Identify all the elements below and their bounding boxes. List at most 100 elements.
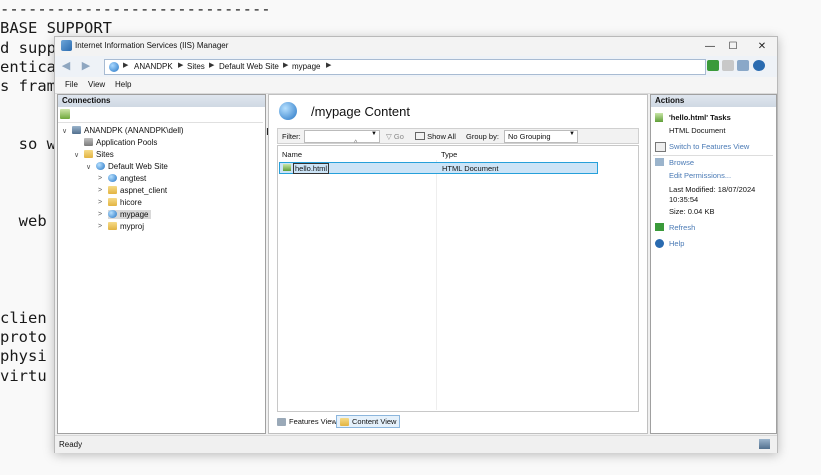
actions-pane: Actions 'hello.html' Tasks HTML Document… xyxy=(650,94,777,434)
menu-help[interactable]: Help xyxy=(115,80,131,89)
tree-item-label: mypage xyxy=(120,210,149,219)
file-size: Size: 0.04 KB xyxy=(669,207,715,216)
last-modified-time: 10:35:54 xyxy=(669,195,699,204)
refresh-link[interactable]: Refresh xyxy=(669,223,695,232)
breadcrumb-separator: ▶ xyxy=(326,62,332,69)
expand-arrow-icon[interactable]: > xyxy=(98,199,102,206)
menu-view[interactable]: View xyxy=(88,80,105,89)
content-title: /mypage Content xyxy=(311,104,411,119)
group-by-select[interactable]: No Grouping ▼ xyxy=(504,130,578,143)
home-icon[interactable] xyxy=(737,60,749,71)
content-view-icon xyxy=(340,418,349,426)
tree-server[interactable]: ANANDPK (ANANDPK\dell) xyxy=(72,126,184,135)
connections-pane: Connections ∨ ANANDPK (ANANDPK\dell) App… xyxy=(57,94,266,434)
tree-item-label: aspnet_client xyxy=(120,186,168,195)
content-view-label: Content View xyxy=(352,417,397,426)
close-button[interactable]: ✕ xyxy=(749,38,775,55)
tree-item-aspnet-client[interactable]: aspnet_client xyxy=(108,186,167,195)
edit-permissions-link[interactable]: Edit Permissions... xyxy=(669,171,731,180)
tree-item-label: myproj xyxy=(120,222,145,231)
tree-sites-label: Sites xyxy=(96,150,114,159)
app-icon xyxy=(108,210,117,218)
switch-to-features-link[interactable]: Switch to Features View xyxy=(669,142,749,151)
expand-arrow-icon[interactable]: > xyxy=(98,175,102,182)
help-toolbar-icon[interactable] xyxy=(753,60,765,71)
tree-app-pools[interactable]: Application Pools xyxy=(84,138,157,147)
features-view-label: Features View xyxy=(289,417,337,426)
column-header-type[interactable]: Type xyxy=(441,150,457,159)
table-row[interactable]: hello.html HTML Document xyxy=(279,162,598,174)
breadcrumb-separator: ▶ xyxy=(209,62,215,69)
breadcrumb-default-site[interactable]: Default Web Site xyxy=(219,62,279,71)
folder-icon xyxy=(108,186,117,194)
column-divider xyxy=(436,160,437,410)
help-link[interactable]: Help xyxy=(669,239,684,248)
folder-icon xyxy=(108,198,117,206)
tree-item-myproj[interactable]: myproj xyxy=(108,222,144,231)
iis-app-icon xyxy=(61,40,72,51)
breadcrumb-mypage[interactable]: mypage xyxy=(292,62,320,71)
folder-icon xyxy=(108,222,117,230)
show-all-button[interactable]: Show All xyxy=(415,132,456,141)
tree-item-hicore[interactable]: hicore xyxy=(108,198,142,207)
app-pool-icon xyxy=(84,138,93,146)
dropdown-arrow-icon: ▼ xyxy=(569,131,575,137)
tree-default-site-label: Default Web Site xyxy=(108,162,168,171)
window-title: Internet Information Services (IIS) Mana… xyxy=(75,41,229,50)
mouse-cursor-icon: I xyxy=(266,127,269,138)
go-label: Go xyxy=(393,132,404,141)
title-bar: Internet Information Services (IIS) Mana… xyxy=(55,37,777,56)
expand-arrow-icon[interactable]: > xyxy=(98,187,102,194)
tree-app-pools-label: Application Pools xyxy=(96,138,158,147)
breadcrumb-sites[interactable]: Sites xyxy=(187,62,205,71)
globe-icon xyxy=(109,62,119,72)
divider xyxy=(653,155,773,156)
tree-item-mypage[interactable]: mypage xyxy=(108,210,152,219)
forward-arrow-icon[interactable]: ▶ xyxy=(78,59,94,74)
connect-icon[interactable] xyxy=(60,109,70,119)
content-view-tab[interactable]: Content View xyxy=(336,415,401,428)
address-toolbar: ◀ ▶ ▶ ANANDPK ▶ Sites ▶ Default Web Site… xyxy=(55,56,777,77)
show-all-icon xyxy=(415,132,425,140)
breadcrumb-server[interactable]: ANANDPK xyxy=(134,62,173,71)
tree-item-label: hicore xyxy=(120,198,142,207)
features-view-tab[interactable]: Features View xyxy=(273,415,341,428)
tree-item-label: angtest xyxy=(120,174,147,183)
network-status-icon xyxy=(759,439,770,449)
tree-item-angtest[interactable]: angtest xyxy=(108,174,146,183)
column-header-name[interactable]: Name xyxy=(282,150,302,159)
iis-manager-window: Internet Information Services (IIS) Mana… xyxy=(54,36,778,453)
help-icon xyxy=(655,239,664,248)
expand-arrow-icon[interactable]: > xyxy=(98,223,102,230)
status-bar: Ready xyxy=(55,435,777,453)
file-name-cell[interactable]: hello.html xyxy=(293,163,330,174)
filter-input[interactable]: ▼ xyxy=(304,130,380,143)
go-button[interactable]: ▽ Go xyxy=(386,132,404,141)
task-title: 'hello.html' Tasks xyxy=(669,113,731,122)
back-arrow-icon[interactable]: ◀ xyxy=(58,59,74,74)
collapse-arrow-icon[interactable]: ∨ xyxy=(74,151,79,159)
funnel-icon: ▽ xyxy=(386,132,392,141)
collapse-arrow-icon[interactable]: ∨ xyxy=(62,127,67,135)
maximize-button[interactable]: ☐ xyxy=(720,38,746,55)
last-modified-date: Last Modified: 18/07/2024 xyxy=(669,185,756,194)
filter-label: Filter: xyxy=(282,132,301,141)
app-icon xyxy=(108,174,117,182)
collapse-arrow-icon[interactable]: ∨ xyxy=(86,163,91,171)
breadcrumb-separator: ▶ xyxy=(178,62,184,69)
group-by-value: No Grouping xyxy=(508,132,551,141)
content-pane: /mypage Content Filter: ▼ ▽ Go Show All … xyxy=(268,94,648,434)
tree-default-web-site[interactable]: Default Web Site xyxy=(96,162,168,171)
browse-icon xyxy=(655,158,664,166)
connections-header: Connections xyxy=(58,95,265,107)
menu-bar: File View Help xyxy=(55,77,777,94)
group-by-label: Group by: xyxy=(466,132,499,141)
refresh-icon xyxy=(655,223,664,231)
tree-sites[interactable]: Sites xyxy=(84,150,114,159)
menu-file[interactable]: File xyxy=(65,80,78,89)
address-bar[interactable]: ▶ ANANDPK ▶ Sites ▶ Default Web Site ▶ m… xyxy=(104,59,706,75)
stop-icon[interactable] xyxy=(722,60,734,71)
expand-arrow-icon[interactable]: > xyxy=(98,211,102,218)
browse-link[interactable]: Browse xyxy=(669,158,694,167)
refresh-toolbar-icon[interactable] xyxy=(707,60,719,71)
